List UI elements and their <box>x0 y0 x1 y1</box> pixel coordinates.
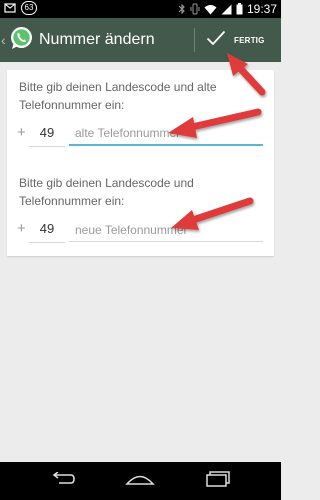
plus-sign: + <box>17 124 26 141</box>
old-phone-input[interactable] <box>69 122 263 146</box>
wifi-icon <box>204 4 217 15</box>
back-arrow-icon <box>49 470 75 491</box>
old-number-row: + 49 <box>7 122 274 148</box>
new-phone-input[interactable] <box>69 218 263 242</box>
home-nav-button[interactable] <box>120 469 160 493</box>
recent-apps-icon <box>205 470 231 492</box>
message-icon <box>4 3 16 13</box>
navigation-bar <box>0 462 281 500</box>
checkmark-icon <box>196 30 226 51</box>
new-number-instruction: Bitte gib deinen Landescode und Telefonn… <box>19 176 194 208</box>
notification-count-badge: 63 <box>21 1 37 15</box>
status-bar: 63 19:37 <box>0 0 281 18</box>
plus-sign: + <box>17 220 26 237</box>
done-button[interactable]: FERTIG <box>196 18 281 62</box>
back-button[interactable]: ‹ Nummer ändern <box>0 18 170 62</box>
recent-apps-nav-button[interactable] <box>198 469 238 493</box>
action-bar: ‹ Nummer ändern FERTIG <box>0 18 281 62</box>
bluetooth-icon <box>178 3 186 15</box>
chevron-left-icon: ‹ <box>1 32 6 48</box>
whatsapp-logo-icon <box>8 25 34 56</box>
new-number-row: + 49 <box>7 218 274 244</box>
action-bar-divider <box>194 28 195 52</box>
back-nav-button[interactable] <box>42 469 82 493</box>
new-country-code-field[interactable]: 49 <box>29 218 65 243</box>
signal-icon <box>221 4 232 15</box>
change-number-card: Bitte gib deinen Landescode und alte Tel… <box>7 70 274 256</box>
vibrate-icon <box>190 3 200 15</box>
old-number-instruction: Bitte gib deinen Landescode und alte Tel… <box>19 80 217 112</box>
done-label: FERTIG <box>234 35 265 45</box>
old-country-code-field[interactable]: 49 <box>29 122 65 147</box>
page-title: Nummer ändern <box>39 31 155 48</box>
battery-icon <box>236 3 243 15</box>
clock-time: 19:37 <box>246 2 277 16</box>
home-icon <box>125 472 155 490</box>
